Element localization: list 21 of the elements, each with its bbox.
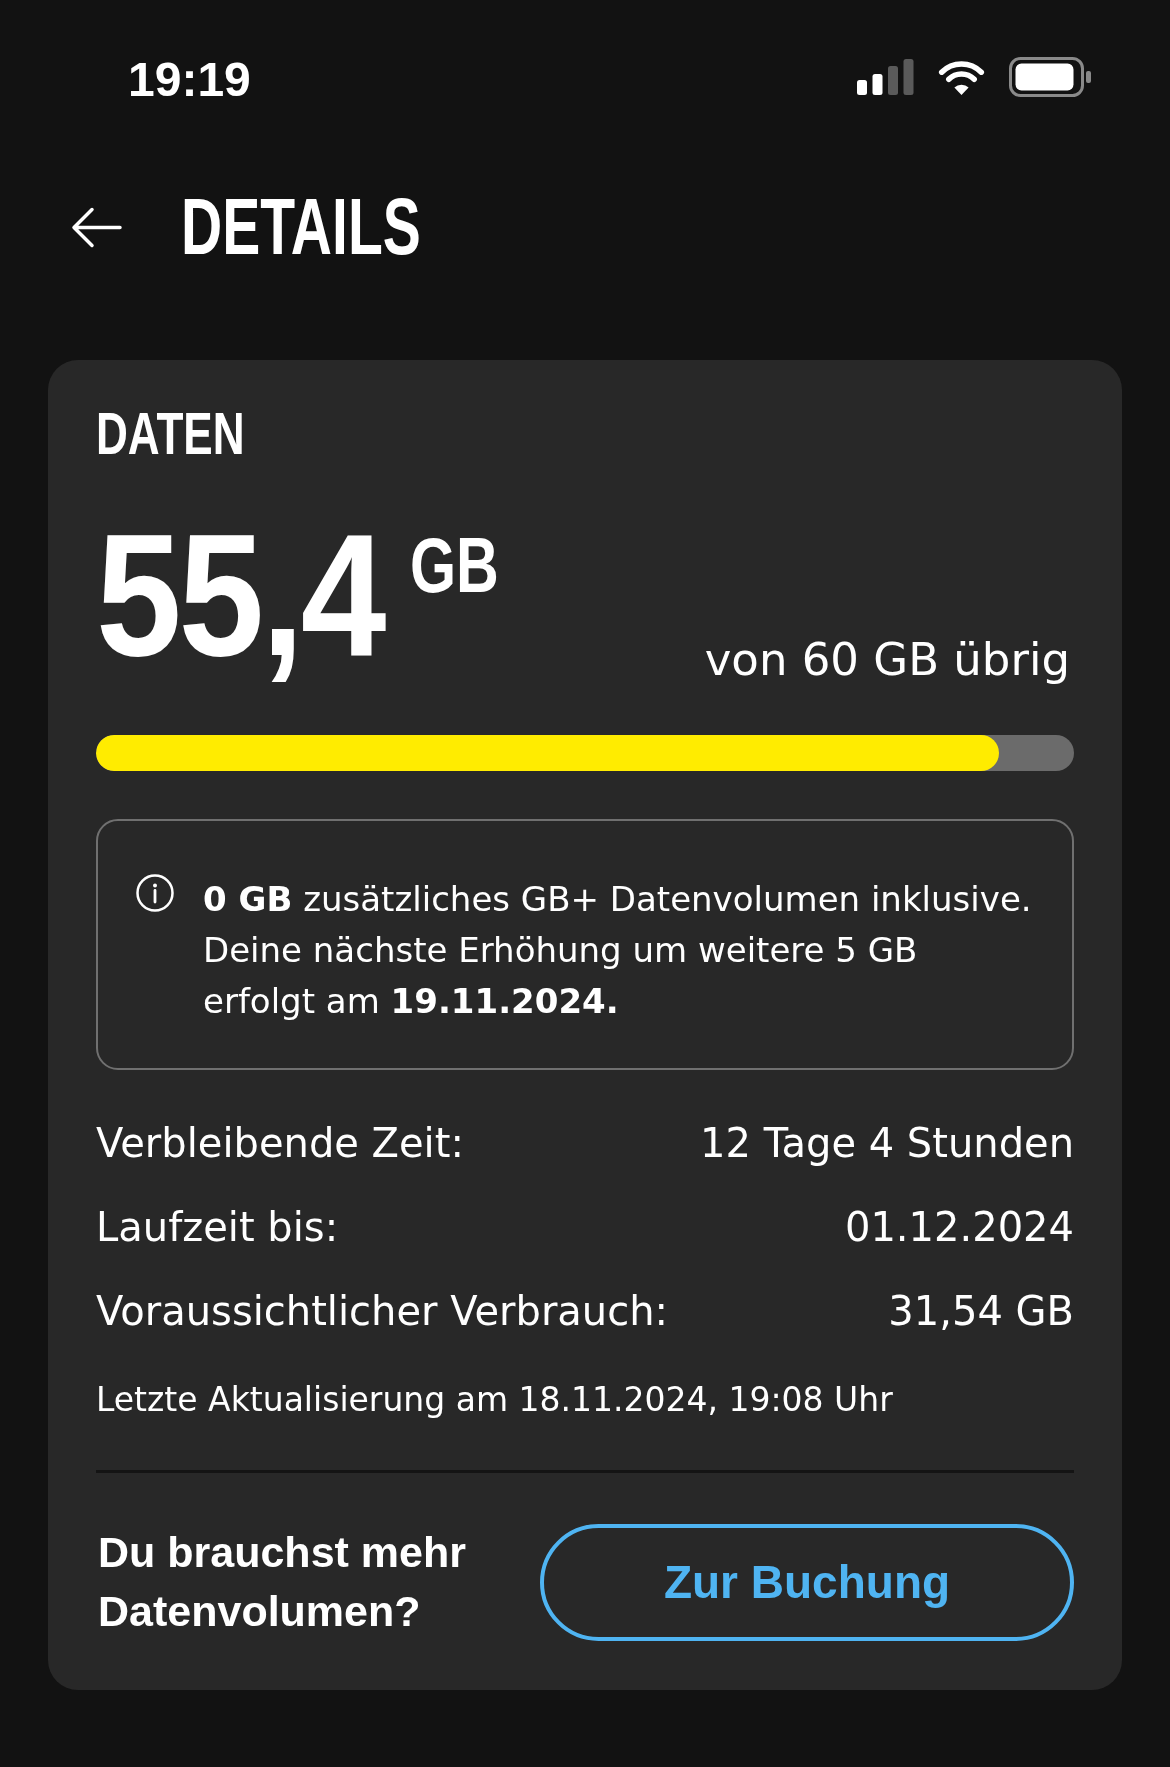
- detail-value: 01.12.2024: [844, 1203, 1074, 1252]
- signal-icon: [857, 59, 914, 95]
- wifi-icon: [936, 58, 987, 96]
- remaining-amount: 55,4: [96, 507, 384, 682]
- back-arrow-icon[interactable]: [71, 206, 122, 248]
- upsell-text: Du brauchst mehr Datenvolumen?: [97, 1527, 467, 1637]
- info-icon: [136, 874, 174, 912]
- total-label: von 60 GB übrig: [704, 637, 1070, 682]
- detail-value: 12 Tage 4 Stunden: [700, 1119, 1074, 1168]
- info-text: 0 GB zusätzliches GB+ Datenvolumen inklusive. Deine nächste Erhöhung um weitere 5 GB erfolgt am 19.11.2024.: [203, 878, 1033, 1023]
- unit-label: GB: [410, 526, 499, 604]
- battery-icon: [1009, 57, 1091, 97]
- detail-label: Voraussichtlicher Verbrauch:: [96, 1287, 669, 1336]
- card-title: DATEN: [96, 404, 245, 464]
- detail-value: 31,54 GB: [888, 1287, 1074, 1336]
- detail-label: Verbleibende Zeit:: [96, 1119, 464, 1168]
- status-time: 19:19: [128, 56, 251, 104]
- booking-button[interactable]: Zur Buchung: [540, 1523, 1074, 1641]
- last-update-text: Letzte Aktualisierung am 18.11.2024, 19:08 Uhr: [96, 1379, 894, 1421]
- detail-label: Laufzeit bis:: [96, 1203, 339, 1252]
- page-title: DETAILS: [181, 187, 421, 267]
